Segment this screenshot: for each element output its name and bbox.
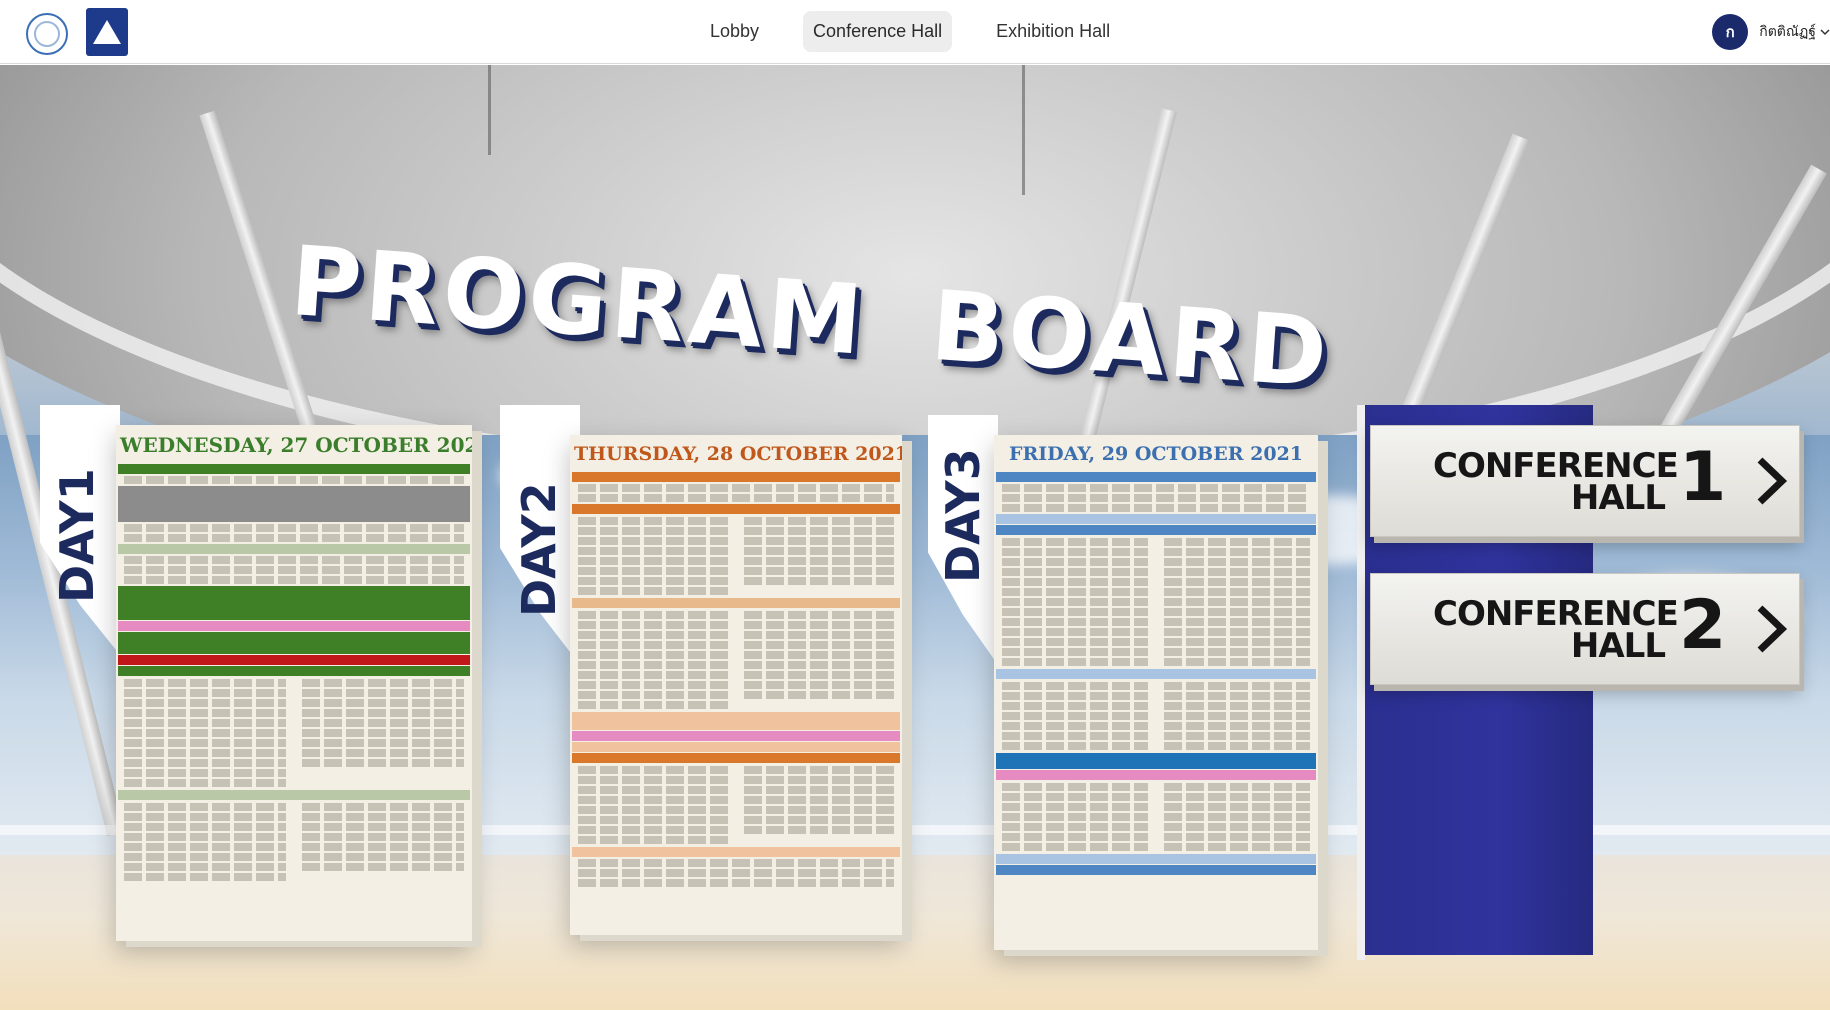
nav-lobby[interactable]: Lobby (700, 11, 769, 52)
day1-program-board[interactable]: DAY1 WEDNESDAY, 27 OCTOBER 2021 (40, 405, 490, 945)
hall-number: 1 (1679, 438, 1727, 517)
chevron-right-icon (1757, 457, 1788, 505)
chevron-down-icon[interactable] (1820, 27, 1830, 37)
user-menu[interactable]: ก กิตติณัฏฐ์ (1712, 14, 1830, 50)
nav-exhibition-hall[interactable]: Exhibition Hall (986, 11, 1120, 52)
avatar[interactable]: ก (1712, 14, 1749, 50)
hall-line-2: HALL (1570, 626, 1666, 666)
society-emblem-logo[interactable] (86, 8, 128, 56)
society-seal-logo[interactable] (26, 13, 68, 55)
board-date: FRIDAY, 29 OCTOBER 2021 (1008, 443, 1304, 465)
day-label: DAY3 (936, 448, 990, 583)
day-label: DAY2 (512, 482, 566, 617)
top-navigation-bar: Lobby Conference Hall Exhibition Hall ก … (0, 0, 1830, 64)
board-date: WEDNESDAY, 27 OCTOBER 2021 (120, 433, 472, 457)
nav-conference-hall[interactable]: Conference Hall (803, 11, 953, 52)
chevron-right-icon (1757, 605, 1788, 653)
hall-number: 2 (1679, 586, 1727, 665)
board-date: THURSDAY, 28 OCTOBER 2021 (574, 443, 902, 465)
program-board-scene: PROGRAM BOARD DAY1 WEDNESDAY, 27 OCTOBER… (0, 65, 1830, 1010)
day3-program-board[interactable]: DAY3 FRIDAY, 29 OCTOBER 2021 (928, 415, 1338, 955)
conference-hall-1-button[interactable]: CONFERENCE HALL 1 (1370, 425, 1800, 537)
hall-line-2: HALL (1570, 478, 1666, 518)
user-name[interactable]: กิตติณัฏฐ์ (1759, 21, 1816, 43)
day2-program-board[interactable]: DAY2 THURSDAY, 28 OCTOBER 2021 (500, 405, 910, 945)
main-nav: Lobby Conference Hall Exhibition Hall (700, 11, 1154, 52)
day-label: DAY1 (50, 468, 104, 603)
conference-hall-2-button[interactable]: CONFERENCE HALL 2 (1370, 573, 1800, 685)
